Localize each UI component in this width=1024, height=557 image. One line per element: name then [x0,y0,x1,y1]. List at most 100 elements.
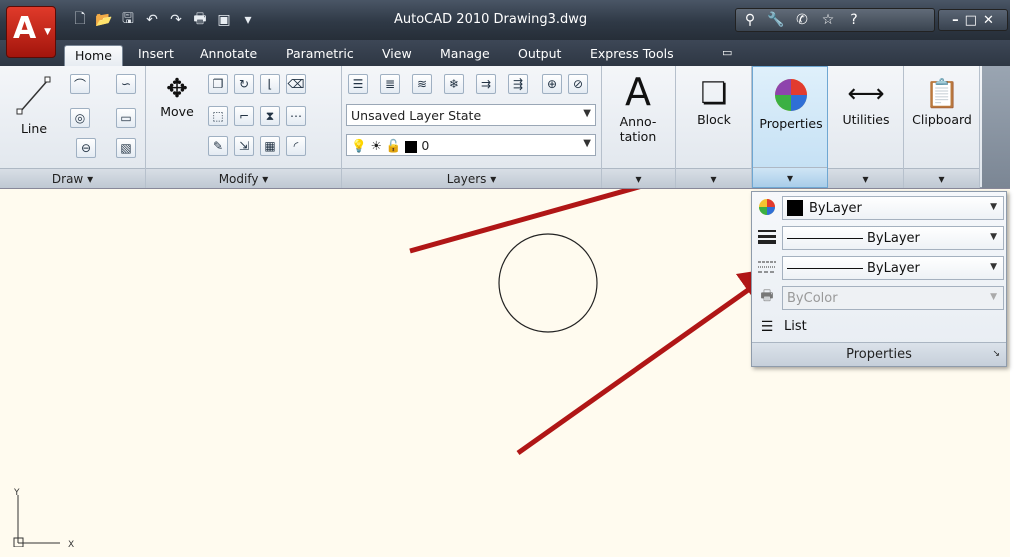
layer-state-select[interactable]: Unsaved Layer State ▼ [346,104,596,126]
move-label: Move [160,104,194,119]
tab-parametric[interactable]: Parametric [286,46,354,61]
plot-style-icon: 🖶 [760,288,774,304]
layer-lock-icon[interactable]: ⊕ [542,74,562,94]
circle-icon[interactable]: ◎ [70,108,90,128]
utilities-panel[interactable]: ⟷ Utilities ▾ [828,66,904,188]
undo-icon[interactable]: ↶ [142,10,162,30]
line-label: Line [20,121,48,136]
layer-walk-icon[interactable]: ⇶ [508,74,528,94]
properties-dropdown-title-text: Properties [846,347,912,362]
hatch-icon[interactable]: ▧ [116,138,136,158]
application-menu-button[interactable]: A ▼ [6,6,56,58]
offset-icon[interactable]: ◜ [286,136,306,156]
plot-style-select: ByColor ▼ [782,286,1004,310]
communication-icon[interactable]: ✆ [792,12,812,28]
match-properties-icon[interactable]: ✎ [208,136,228,156]
layers-panel-title[interactable]: Layers ▾ [342,168,601,188]
tab-manage[interactable]: Manage [440,46,490,61]
tab-annotate[interactable]: Annotate [200,46,257,61]
rectangle-icon[interactable]: ▭ [116,108,136,128]
tab-view[interactable]: View [382,46,412,61]
block-expand-icon[interactable]: ▾ [676,168,751,188]
move-icon: ✥ [166,74,188,104]
annotation-expand-icon[interactable]: ▾ [602,168,675,188]
list-row[interactable]: ☰ List [756,314,1004,340]
fillet-icon[interactable]: ⌐ [234,106,254,126]
draw-panel-title[interactable]: Draw ▾ [0,168,145,188]
ribbon-minimize-icon[interactable]: ▭ [722,46,732,59]
window-controls: – □ ✕ [938,9,1008,31]
array-icon[interactable]: ▦ [260,136,280,156]
chevron-down-icon: ▼ [990,202,997,212]
properties-dropdown-title: Properties ↘ [752,342,1006,366]
trim-icon[interactable]: ⌊ [260,74,280,94]
layer-off-icon[interactable]: ≋ [412,74,432,94]
rotate-icon[interactable]: ↻ [234,74,254,94]
minimize-icon[interactable]: – [952,13,959,28]
stretch-icon[interactable]: ⬚ [208,106,228,126]
block-button: ❏ Block [676,76,752,127]
color-select[interactable]: ByLayer ▼ [782,196,1004,220]
properties-panel[interactable]: Properties ▾ [752,66,828,188]
layer-freeze-icon[interactable]: ❄ [444,74,464,94]
clipboard-expand-icon[interactable]: ▾ [904,168,979,188]
tab-home[interactable]: Home [64,45,123,67]
ucs-x-label: X [68,540,74,547]
tab-insert[interactable]: Insert [138,46,174,61]
layer-match-icon[interactable]: ⇉ [476,74,496,94]
favorites-icon[interactable]: ☆ [818,12,838,28]
polyline-icon[interactable]: ⌒ [70,74,90,94]
chevron-down-icon: ▼ [990,262,997,272]
annotation-arrow-to-properties [409,189,641,254]
clipboard-panel[interactable]: 📋 Clipboard ▾ [904,66,980,188]
lineweight-select[interactable]: ByLayer ▼ [782,226,1004,250]
modify-panel-title[interactable]: Modify ▾ [146,168,341,188]
help-icon[interactable]: ? [844,12,864,28]
clipboard-label: Clipboard [912,112,972,127]
dialog-launcher-icon[interactable]: ↘ [992,349,1000,359]
draw-panel: Line ⌒ ∽ ◎ ▭ ⊖ ▧ Draw ▾ [0,66,146,188]
annotation-panel[interactable]: A Anno- tation ▾ [602,66,676,188]
layer-unlock-icon[interactable]: ⊘ [568,74,588,94]
ellipse-icon[interactable]: ⊖ [76,138,96,158]
properties-dropdown: ByLayer ▼ ByLayer ▼ ByLayer ▼ 🖶 ByColor … [751,191,1007,367]
layer-properties-icon[interactable]: ☰ [348,74,368,94]
plot-style-value: ByColor [787,291,838,306]
chevron-down-icon: ▼ [990,292,997,302]
tab-output[interactable]: Output [518,46,561,61]
sun-icon: ☀ [370,138,382,153]
layer-state-value: Unsaved Layer State [351,108,482,123]
tab-express-tools[interactable]: Express Tools [590,46,674,61]
explode-icon[interactable]: ⋯ [286,106,306,126]
line-button[interactable]: Line [10,72,58,136]
annotation-label-line2: tation [619,129,657,144]
search-icon[interactable]: ⚲ [740,12,760,28]
subscription-icon[interactable]: 🔧 [766,12,786,28]
mirror-icon[interactable]: ⧗ [260,106,280,126]
plot-icon[interactable]: 🖶 [190,10,210,30]
redo-icon[interactable]: ↷ [166,10,186,30]
linetype-select[interactable]: ByLayer ▼ [782,256,1004,280]
scale-icon[interactable]: ⇲ [234,136,254,156]
publish-pdf-icon[interactable]: ▣ [214,10,234,30]
utilities-button: ⟷ Utilities [828,76,904,127]
annotation-label-line1: Anno- [619,114,657,129]
block-panel[interactable]: ❏ Block ▾ [676,66,752,188]
drawn-circle[interactable] [498,233,598,333]
layer-select[interactable]: 💡 ☀ 🔓 0 ▼ [346,134,596,156]
utilities-expand-icon[interactable]: ▾ [828,168,903,188]
ucs-y-label: Y [13,488,20,498]
move-button[interactable]: ✥ Move [154,74,200,119]
open-icon[interactable]: 📂 [94,10,114,30]
save-icon[interactable]: 🖫 [118,10,138,30]
close-icon[interactable]: ✕ [983,13,994,28]
layer-isolate-icon[interactable]: ≣ [380,74,400,94]
spline-icon[interactable]: ∽ [116,74,136,94]
properties-expand-icon[interactable]: ▾ [753,167,827,187]
current-layer-name: 0 [421,138,430,153]
erase-icon[interactable]: ⌫ [286,74,306,94]
new-icon[interactable]: 🗋 [70,10,90,30]
copy-icon[interactable]: ❐ [208,74,228,94]
maximize-icon[interactable]: □ [965,13,977,28]
dropdown-icon[interactable]: ▾ [238,10,258,30]
